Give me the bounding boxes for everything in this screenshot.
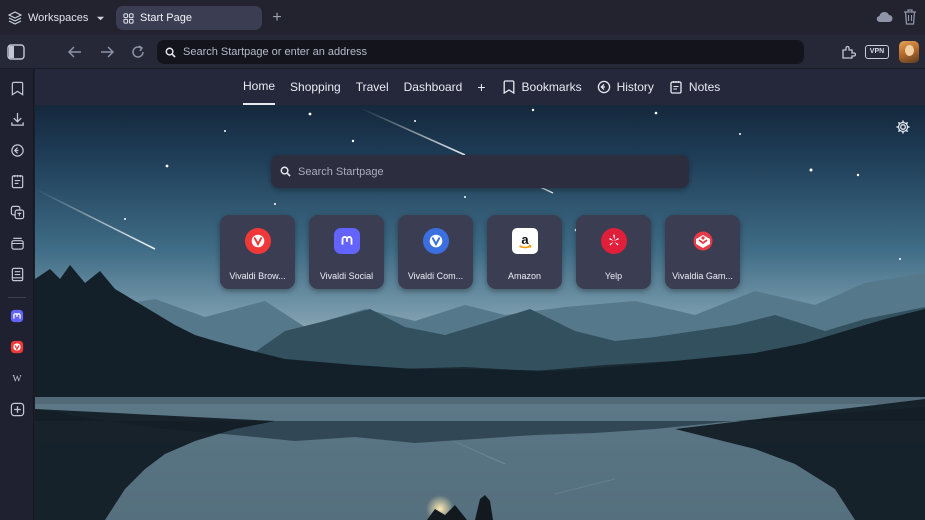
chevron-down-icon [97,16,105,20]
start-page: Home Shopping Travel Dashboard + Bookmar… [35,69,925,520]
speed-dial-label: Vivaldia Gam... [672,271,733,281]
vivaldi-icon [245,228,271,254]
panel-toggle-button[interactable] [7,43,25,61]
gear-icon[interactable] [895,119,911,135]
tab-dashboard[interactable]: Dashboard [404,69,463,105]
history-link[interactable]: History [597,69,654,105]
trash-icon[interactable] [903,8,917,26]
speed-dial-vivaldi-browser[interactable]: Vivaldi Brow... [220,215,295,289]
search-icon [165,47,176,58]
workspaces-label: Workspaces [28,12,89,24]
notes-link[interactable]: Notes [669,69,720,105]
add-startpage-tab-button[interactable]: + [477,69,485,105]
startpage-navigation: Home Shopping Travel Dashboard + Bookmar… [35,69,925,105]
reload-button[interactable] [129,43,147,61]
history-panel-icon[interactable] [8,141,26,159]
reading-list-panel-icon[interactable] [8,265,26,283]
mastodon-web-panel-icon[interactable] [8,307,26,325]
bookmarks-link[interactable]: Bookmarks [502,69,582,105]
vivaldia-game-icon [690,228,716,254]
speed-dial-amazon[interactable]: a Amazon [487,215,562,289]
notes-link-label: Notes [688,80,721,94]
yelp-icon [601,228,627,254]
tab-shopping[interactable]: Shopping [290,69,341,105]
back-button[interactable] [66,43,84,61]
forward-button[interactable] [98,43,116,61]
speed-dial-vivaldia-game[interactable]: Vivaldia Gam... [665,215,740,289]
downloads-panel-icon[interactable] [8,110,26,128]
notes-panel-icon[interactable] [8,172,26,190]
bookmarks-panel-icon[interactable] [8,79,26,97]
wikipedia-web-panel-icon[interactable]: W [8,369,26,387]
wallpaper-scene [35,107,925,520]
speed-dial-yelp[interactable]: Yelp [576,215,651,289]
tab-start-page[interactable]: Start Page [116,6,262,30]
panel-toggle-icon [7,44,25,60]
svg-text:W: W [12,374,22,385]
tab-home[interactable]: Home [243,69,276,105]
profile-avatar[interactable] [899,41,919,63]
speed-dial-label: Vivaldi Com... [407,271,464,281]
mastodon-icon [334,228,360,254]
cloud-sync-icon[interactable] [875,10,893,24]
tab-bar: Workspaces Start Page + [0,0,925,35]
bookmarks-link-label: Bookmarks [521,80,582,94]
vpn-button[interactable]: VPN [865,45,889,59]
history-link-label: History [616,80,654,94]
tab-travel[interactable]: Travel [356,69,389,105]
new-tab-button[interactable]: + [270,8,284,28]
speed-dial-vivaldi-social[interactable]: Vivaldi Social [309,215,384,289]
arrow-right-icon [101,46,115,58]
search-icon [280,166,291,177]
sidebar-divider [8,297,26,298]
add-web-panel-icon[interactable] [8,400,26,418]
tab-title: Start Page [140,12,192,24]
vivaldi-community-icon [423,228,449,254]
history-icon [597,80,610,94]
svg-text:a: a [521,232,529,247]
bookmark-icon [503,80,514,94]
reload-icon [132,45,144,58]
startpage-search-input[interactable]: Search Startpage [271,155,689,188]
arrow-left-icon [67,46,81,58]
extensions-icon[interactable] [840,44,856,60]
address-field[interactable]: Search Startpage or enter an address [157,40,804,64]
amazon-icon: a [512,228,538,254]
side-panel: W [0,69,34,520]
address-placeholder: Search Startpage or enter an address [183,46,368,58]
search-placeholder: Search Startpage [298,165,384,178]
speed-dial-label: Yelp [604,271,623,281]
speed-dial-label: Vivaldi Brow... [229,271,286,281]
speed-dial-label: Amazon [507,271,542,281]
speed-dial-vivaldi-community[interactable]: Vivaldi Com... [398,215,473,289]
window-panel-icon[interactable] [8,234,26,252]
notes-icon [670,81,682,94]
startpage-grid-icon [123,12,134,24]
vivaldi-web-panel-icon[interactable] [8,338,26,356]
speed-dial-label: Vivaldi Social [319,271,374,281]
workspaces-button[interactable]: Workspaces [8,7,105,29]
workspaces-icon [8,11,22,25]
translate-panel-icon[interactable] [8,203,26,221]
